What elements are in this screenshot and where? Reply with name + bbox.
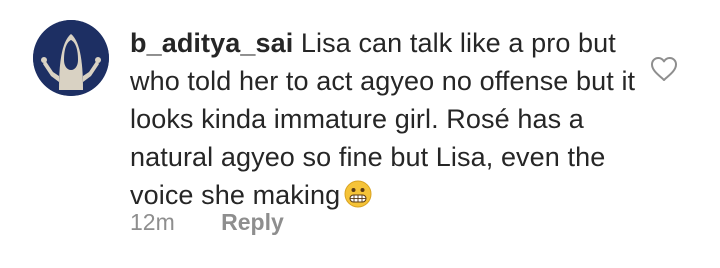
comment-username[interactable]: b_aditya_sai — [130, 28, 293, 58]
heart-outline-icon[interactable] — [650, 56, 678, 82]
avatar[interactable] — [33, 20, 109, 96]
comment-timestamp: 12m — [130, 209, 175, 235]
reply-button[interactable]: Reply — [221, 206, 284, 238]
comment-meta: 12m Reply — [130, 206, 284, 238]
grimacing-face-emoji-icon — [344, 180, 372, 208]
hooded-figure-icon — [33, 20, 109, 96]
comment-item: b_aditya_sai Lisa can talk like a pro bu… — [0, 0, 720, 268]
comment-body: b_aditya_sai Lisa can talk like a pro bu… — [130, 24, 650, 214]
